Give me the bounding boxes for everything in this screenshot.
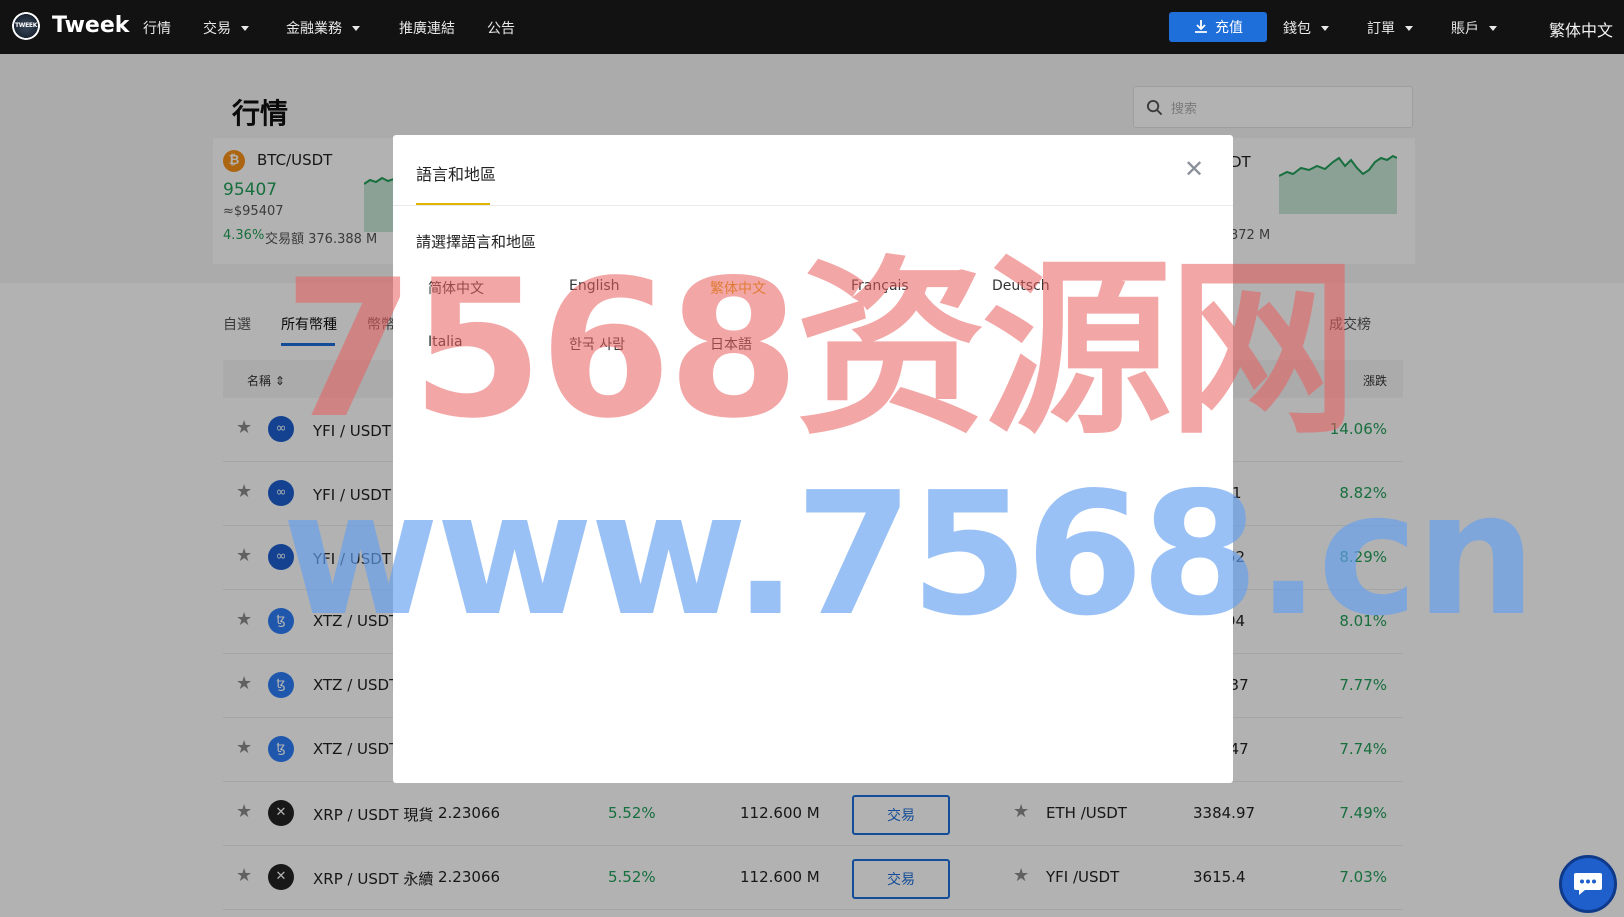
chat-button[interactable] <box>1559 855 1617 913</box>
watermark-url: www.7568.cn <box>282 456 1536 654</box>
chevron-down-icon <box>241 26 249 31</box>
watermark-text: 7568资源网 <box>283 239 1358 460</box>
logo-text: TWEEK <box>15 22 38 29</box>
nav-item-wallet[interactable]: 錢包 <box>1283 18 1329 38</box>
nav-item-account[interactable]: 賬戶 <box>1451 18 1497 38</box>
chevron-down-icon <box>352 26 360 31</box>
chevron-down-icon <box>1321 26 1329 31</box>
chevron-down-icon <box>1489 26 1497 31</box>
brand-name[interactable]: Tweek <box>52 13 129 38</box>
close-icon[interactable]: ✕ <box>1184 157 1204 181</box>
chat-icon <box>1574 873 1602 895</box>
deposit-label: 充值 <box>1215 20 1243 36</box>
language-switcher[interactable]: 繁体中文 <box>1549 17 1613 41</box>
deposit-button[interactable]: 充值 <box>1169 12 1267 42</box>
nav-item-finance[interactable]: 金融業務 <box>286 18 360 38</box>
modal-divider <box>393 205 1233 206</box>
chevron-down-icon <box>1405 26 1413 31</box>
nav-item-orders[interactable]: 訂單 <box>1367 18 1413 38</box>
brand-logo[interactable]: TWEEK <box>12 12 40 40</box>
nav-item-referral[interactable]: 推廣連結 <box>399 18 455 38</box>
nav-item-market[interactable]: 行情 <box>143 18 171 38</box>
modal-title[interactable]: 語言和地區 <box>416 161 496 185</box>
top-nav: TWEEK Tweek 行情 交易 金融業務 推廣連結 公告 充值 錢包 訂單 … <box>0 0 1624 54</box>
download-icon <box>1195 20 1207 33</box>
nav-item-trade[interactable]: 交易 <box>203 18 249 38</box>
nav-item-announcements[interactable]: 公告 <box>487 18 515 38</box>
